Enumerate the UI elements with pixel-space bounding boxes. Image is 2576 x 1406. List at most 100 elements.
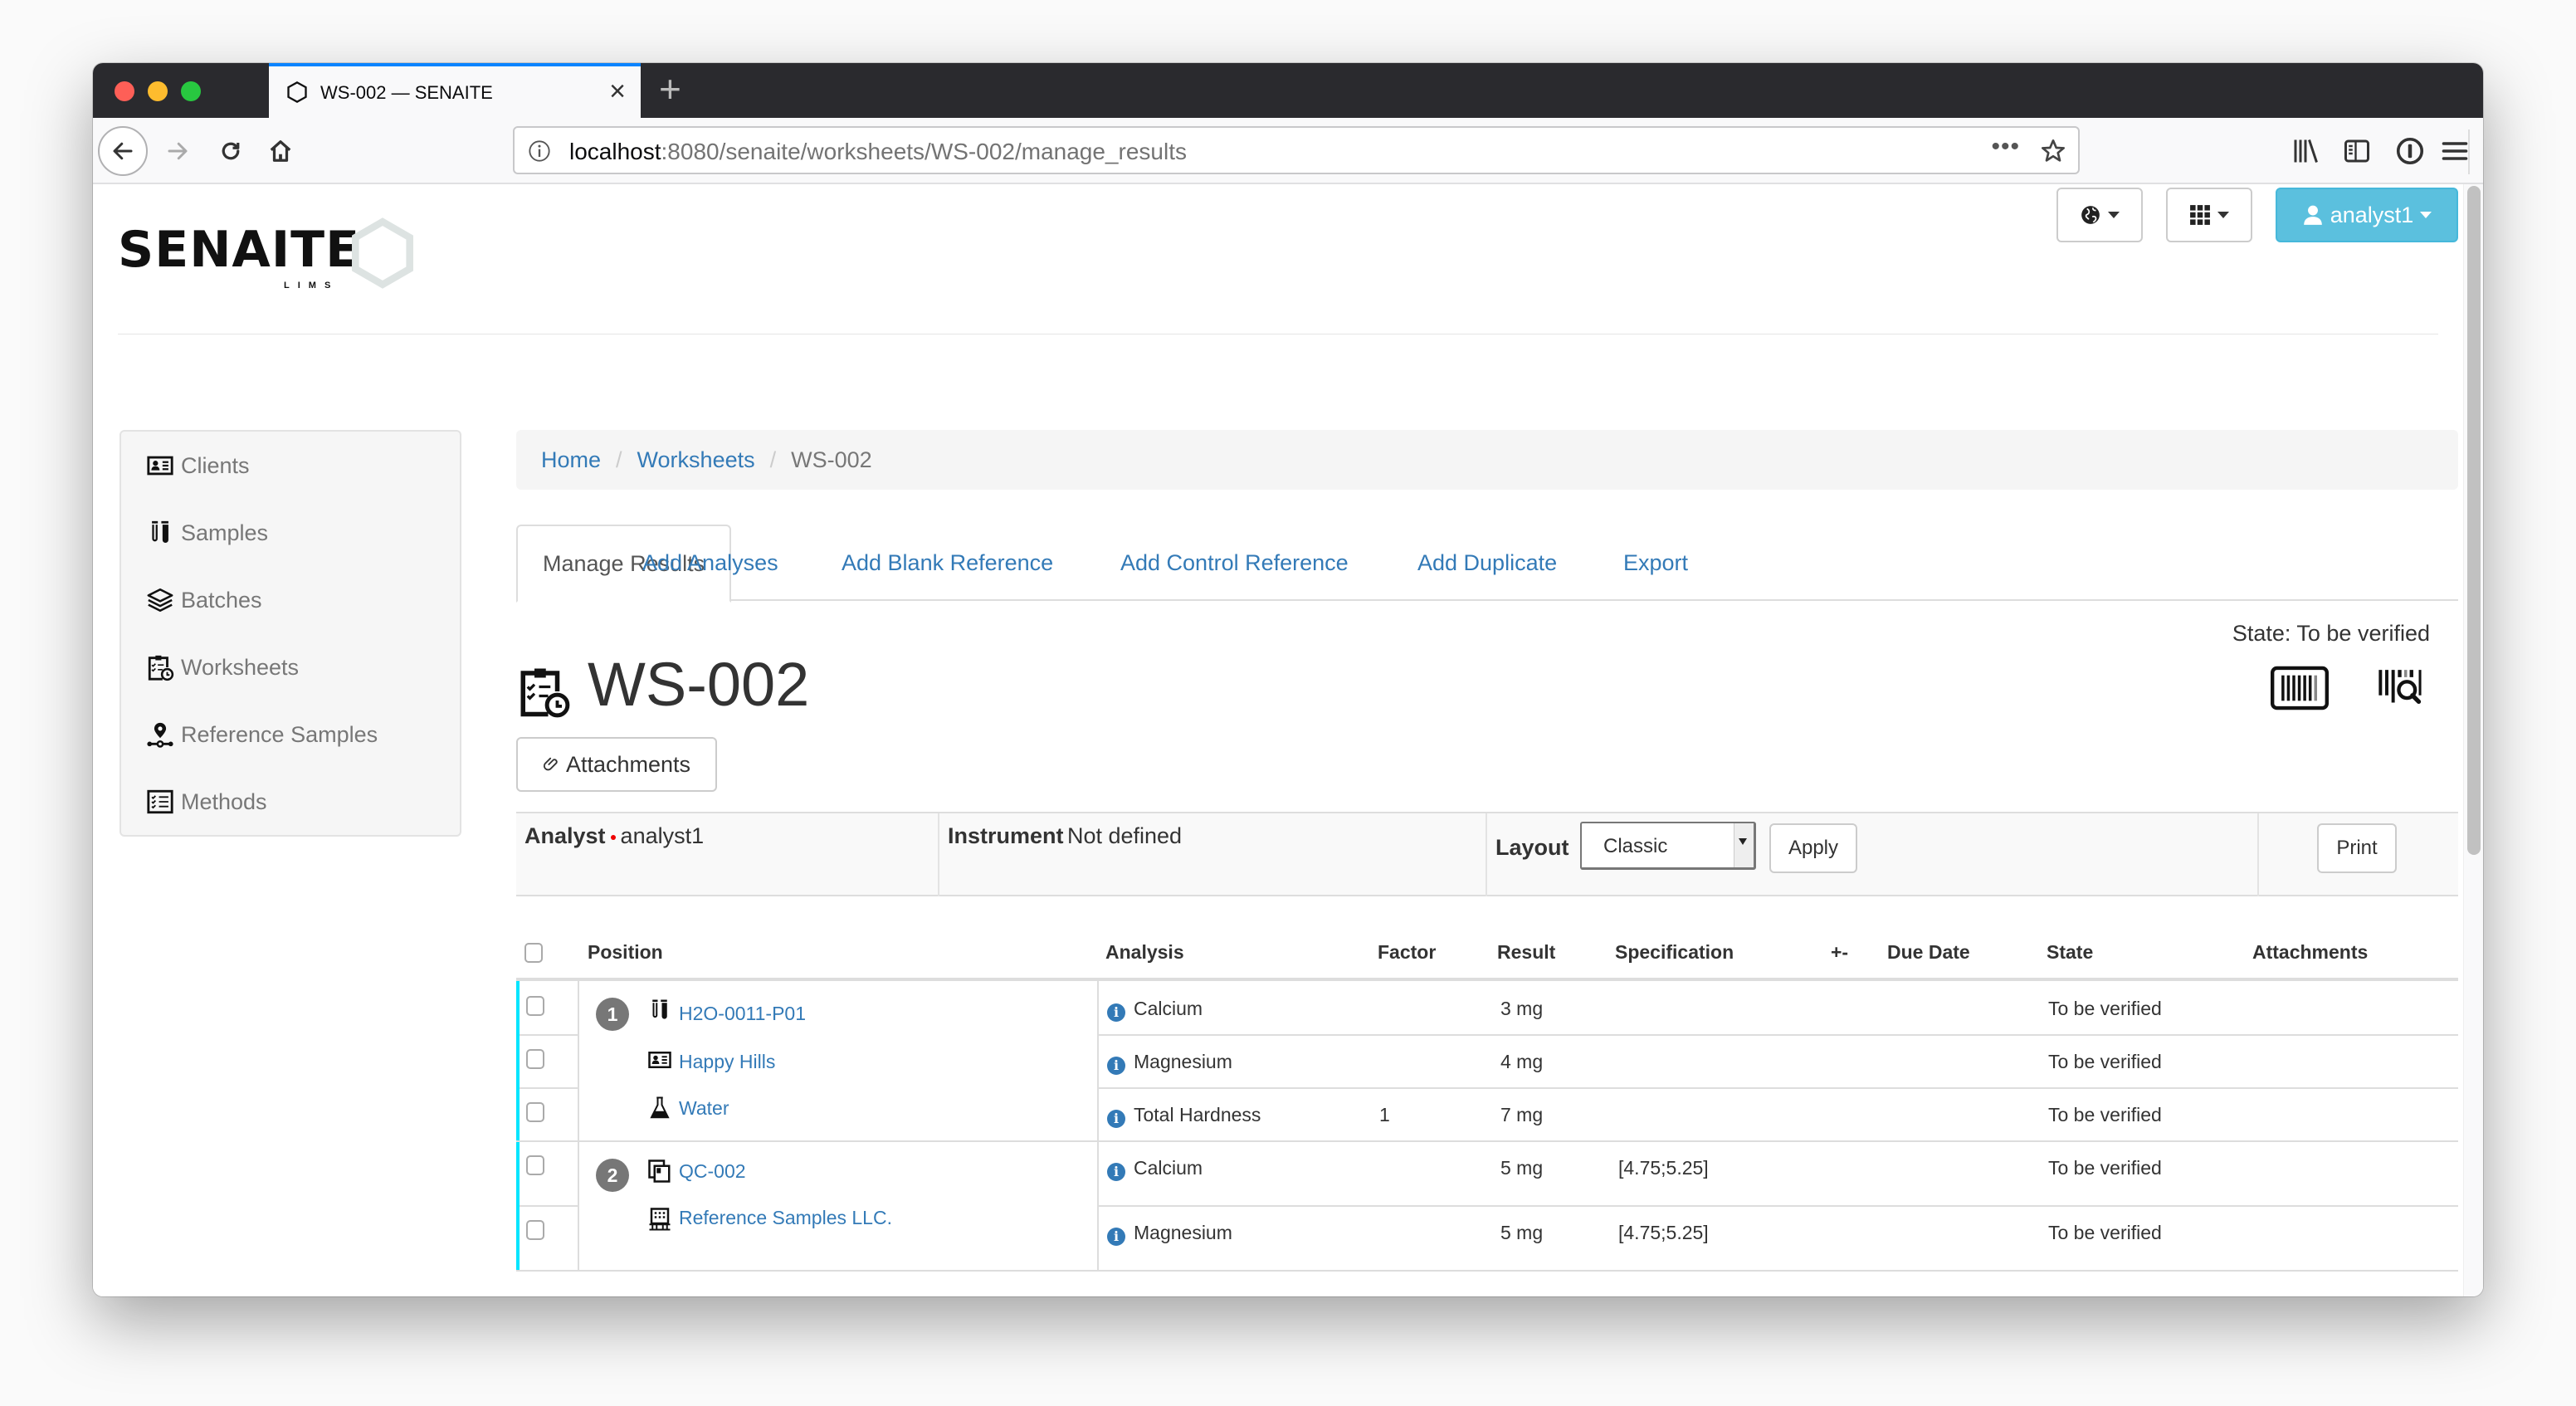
tab-title: WS-002 — SENAITE (320, 82, 493, 103)
senaite-logo[interactable]: SENAITE LIMS (118, 217, 417, 300)
breadcrumb: Home / Worksheets / WS-002 (516, 430, 2458, 490)
sidebar-item-worksheets[interactable]: Worksheets (146, 653, 299, 681)
sidebar-item-reference-samples[interactable]: Reference Samples (146, 720, 378, 749)
sidebar-item-clients[interactable]: Clients (146, 452, 250, 480)
user-menu-button[interactable]: analyst1 (2276, 188, 2458, 242)
home-icon (270, 140, 291, 162)
barcode-search-icon[interactable] (2375, 666, 2433, 710)
scrollbar-thumb[interactable] (2467, 186, 2481, 855)
forward-button[interactable] (153, 126, 202, 176)
new-tab-button[interactable]: + (659, 68, 681, 110)
arrow-right-icon (168, 142, 188, 160)
sidebar-nav: Clients Samples Batches Worksheets Refer… (120, 430, 461, 837)
tab-bar: WS-002 — SENAITE × + (93, 63, 2483, 118)
worksheet-icon (520, 668, 570, 718)
column-header-uncertainty[interactable]: +- (1831, 941, 1848, 964)
chevron-down-icon (2217, 212, 2229, 218)
state-value: To be verified (2048, 1051, 2162, 1072)
bookmark-star-icon[interactable] (2040, 138, 2066, 164)
url-bar[interactable]: localhost:8080/senaite/worksheets/WS-002… (513, 126, 2080, 174)
reference-samples-icon (147, 722, 173, 748)
sample-link[interactable]: H2O-0011-P01 (679, 1003, 806, 1025)
tab-add-duplicate[interactable]: Add Duplicate (1393, 525, 1582, 601)
analysis-name[interactable]: i Magnesium (1107, 1051, 1232, 1075)
maximize-window-button[interactable] (181, 81, 201, 101)
row-checkbox[interactable] (526, 1049, 544, 1069)
column-header-due-date[interactable]: Due Date (1887, 941, 1970, 964)
state-value: To be verified (2048, 998, 2162, 1019)
tab-export[interactable]: Export (1598, 525, 1713, 601)
analysis-name[interactable]: i Calcium (1107, 998, 1203, 1022)
client-icon (648, 1052, 671, 1068)
back-button[interactable] (98, 126, 148, 176)
column-divider (578, 981, 579, 1272)
close-window-button[interactable] (115, 81, 134, 101)
tab-add-analyses[interactable]: Add Analyses (617, 525, 803, 601)
sidebar-item-batches[interactable]: Batches (146, 586, 262, 614)
page-content: analyst1 SENAITE LIMS Clients Samples Ba… (93, 184, 2463, 1296)
row-checkbox[interactable] (526, 1220, 544, 1240)
analysis-name[interactable]: i Calcium (1107, 1157, 1203, 1181)
row-checkbox[interactable] (526, 996, 544, 1016)
select-all-checkbox[interactable] (524, 943, 543, 963)
info-icon[interactable]: i (1107, 1228, 1125, 1246)
breadcrumb-home[interactable]: Home (541, 447, 601, 473)
apply-button[interactable]: Apply (1769, 823, 1857, 873)
breadcrumb-separator: / (616, 447, 622, 472)
column-header-specification[interactable]: Specification (1615, 941, 1734, 964)
position-badge: 1 (596, 998, 629, 1031)
language-menu-button[interactable] (2056, 188, 2143, 242)
analyst-value[interactable]: analyst1 (621, 823, 705, 848)
analyst-cell: Analyst analyst1 (516, 813, 939, 896)
row-checkbox[interactable] (526, 1155, 544, 1175)
column-header-factor[interactable]: Factor (1378, 941, 1436, 964)
browser-tab-active[interactable]: WS-002 — SENAITE × (269, 63, 641, 118)
chevron-down-icon (2108, 212, 2120, 218)
sidebar-item-samples[interactable]: Samples (146, 519, 268, 547)
site-info-icon[interactable] (528, 139, 551, 163)
attachments-button[interactable]: Attachments (516, 737, 717, 792)
reload-button[interactable] (206, 126, 256, 176)
tab-add-control-reference[interactable]: Add Control Reference (1095, 525, 1373, 601)
analysis-name[interactable]: i Total Hardness (1107, 1104, 1261, 1128)
sample-type-link[interactable]: Water (679, 1097, 729, 1120)
url-text: localhost:8080/senaite/worksheets/WS-002… (569, 139, 1187, 164)
column-header-position[interactable]: Position (588, 941, 663, 964)
minimize-window-button[interactable] (148, 81, 168, 101)
print-stickers-barcode-icon[interactable] (2271, 666, 2329, 710)
instrument-cell: Instrument Not defined (939, 813, 1487, 896)
library-icon[interactable] (2291, 136, 2320, 166)
column-header-analysis[interactable]: Analysis (1105, 941, 1184, 964)
column-header-state[interactable]: State (2047, 941, 2093, 964)
close-tab-icon[interactable]: × (609, 75, 626, 108)
hamburger-menu-icon[interactable] (2440, 136, 2470, 166)
column-header-result[interactable]: Result (1497, 941, 1555, 964)
analysis-name[interactable]: i Magnesium (1107, 1222, 1232, 1246)
reference-sample-icon (648, 1159, 671, 1183)
column-header-attachments[interactable]: Attachments (2252, 941, 2368, 964)
tab-add-blank-reference[interactable]: Add Blank Reference (817, 525, 1078, 601)
result-value: 4 mg (1500, 1051, 1544, 1072)
sidebar-toggle-icon[interactable] (2342, 136, 2372, 166)
supplier-link[interactable]: Reference Samples LLC. (679, 1207, 892, 1229)
worksheet-tabs: Manage Results Add Analyses Add Blank Re… (516, 525, 2458, 603)
page-actions-icon[interactable]: ••• (1991, 133, 2020, 161)
info-icon[interactable]: i (1107, 1003, 1125, 1022)
row-checkbox[interactable] (526, 1102, 544, 1122)
layout-select[interactable]: Classic (1580, 822, 1756, 870)
info-icon[interactable]: i (1107, 1057, 1125, 1075)
sidebar-item-methods[interactable]: Methods (146, 788, 267, 816)
grid-icon (2190, 205, 2210, 225)
breadcrumb-worksheets[interactable]: Worksheets (637, 447, 755, 473)
supplier-building-icon (649, 1208, 671, 1231)
layout-label: Layout (1495, 835, 1569, 860)
vertical-scrollbar[interactable] (2463, 184, 2483, 1296)
password-manager-icon[interactable] (2395, 136, 2425, 166)
client-link[interactable]: Happy Hills (679, 1051, 775, 1073)
home-button[interactable] (256, 126, 305, 176)
reference-sample-link[interactable]: QC-002 (679, 1160, 746, 1183)
info-icon[interactable]: i (1107, 1163, 1125, 1181)
info-icon[interactable]: i (1107, 1110, 1125, 1128)
apps-menu-button[interactable] (2166, 188, 2252, 242)
print-button[interactable]: Print (2317, 823, 2397, 873)
